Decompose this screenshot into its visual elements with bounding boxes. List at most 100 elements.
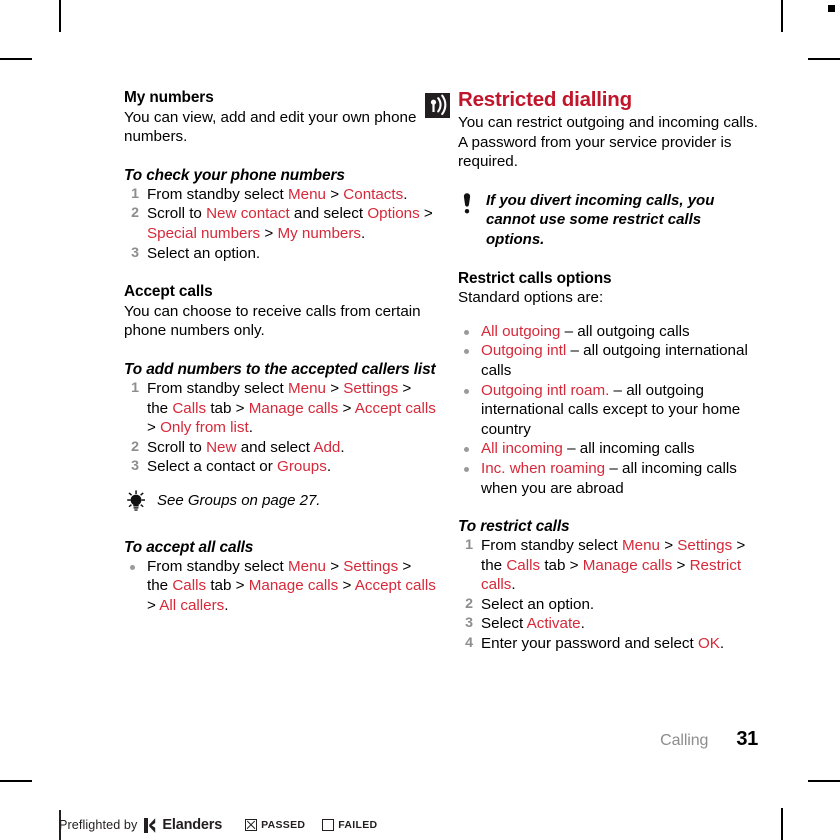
text-run: > [325,379,344,397]
text-run: . [719,635,725,653]
restrict-calls-procedure-title: To restrict calls [458,518,570,536]
text-run: > [260,224,278,242]
ui-term: New contact [206,205,290,223]
ui-term: Only from list [160,419,249,437]
accept-calls-heading: Accept calls [124,283,213,301]
list-item: Inc. when roaming – all incoming calls w… [458,459,758,498]
accept-calls-body: You can choose to receive calls from cer… [124,302,421,340]
text-run: > [147,419,161,437]
text-run: Enter your password and select [481,635,698,653]
text-run: . [224,596,229,614]
list-item: Select an option. [458,595,758,615]
text-run: tab > [540,556,583,574]
accept-calls-procedure-title: To add numbers to the accepted callers l… [124,360,436,378]
ui-term: Accept calls [354,399,436,417]
restrict-calls-options-heading: Restrict calls options [458,269,612,287]
text-run: > [672,556,690,574]
ui-term: Accept calls [354,577,436,595]
text-run: From standby select [147,379,288,397]
ui-term: OK [697,635,720,653]
list-item: From standby select Menu > Contacts. [124,185,436,205]
text-run: and select [236,438,314,456]
list-item: Select Activate. [458,614,758,634]
preflight-bar: Preflighted by Elanders PASSED FAILED [59,810,377,840]
list-item: All incoming – all incoming calls [458,439,758,459]
text-run: > [325,185,344,203]
preflight-passed-state: PASSED [245,819,305,831]
note-callout: If you divert incoming calls, you cannot… [458,191,758,250]
list-item: Scroll to New and select Add. [124,438,436,458]
ui-term: Special numbers [147,224,261,242]
note-text: If you divert incoming calls, you cannot… [486,191,715,248]
ui-term: Outgoing intl roam. [481,381,610,399]
ui-term: Manage calls [582,556,673,574]
list-item: All outgoing – all outgoing calls [458,322,758,342]
restrict-calls-options-intro: Standard options are: [458,289,604,307]
ui-term: Options [367,205,420,223]
text-run: – all outgoing calls [560,322,690,340]
list-item: From standby select Menu > Settings > th… [458,536,758,595]
text-run: From standby select [147,185,288,203]
text-run: > [338,577,355,595]
failed-label: FAILED [338,819,378,831]
text-run: Select an option. [147,244,261,262]
ui-term: Groups [277,458,327,476]
my-numbers-heading: My numbers [124,89,214,106]
page-footer: Calling 31 [660,728,758,751]
ui-term: Outgoing intl [481,342,567,360]
elanders-logo-icon [144,817,157,833]
tip-callout: See Groups on page 27. [124,489,436,513]
ui-term: Menu [621,537,660,555]
text-run: > [659,537,678,555]
text-run: tab > [206,577,249,595]
passed-checkbox-icon [245,819,258,831]
my-numbers-steps: From standby select Menu > Contacts. Scro… [124,185,436,263]
text-run: Select a contact or [147,458,278,476]
preflight-failed-state: FAILED [322,819,377,831]
left-column: My numbers You can view, add and edit yo… [124,88,436,615]
text-run: > [338,399,355,417]
restrict-calls-options-bullets: All outgoing – all outgoing calls Outgoin… [458,322,758,498]
text-run: > [419,205,433,223]
footer-page-number: 31 [736,728,758,750]
text-run: – all incoming calls [562,440,695,458]
lightbulb-icon [124,489,148,513]
tip-text: See Groups on page 27. [157,491,321,509]
restricted-dialling-body: You can restrict outgoing and incoming c… [458,114,758,171]
text-run: > [325,557,344,575]
restrict-calls-steps: From standby select Menu > Settings > th… [458,536,758,654]
list-item: From standby select Menu > Settings > th… [124,557,436,616]
accept-all-calls-bullets: From standby select Menu > Settings > th… [124,557,436,616]
list-item: Outgoing intl – all outgoing internation… [458,341,758,380]
my-numbers-procedure-title: To check your phone numbers [124,166,345,184]
exclamation-icon [460,192,474,214]
ui-term: Inc. when roaming [481,459,606,477]
text-run: . [511,576,516,594]
ui-term: Contacts [343,185,404,203]
text-run: . [326,458,332,476]
text-run: Select an option. [481,595,595,613]
preflight-prefix: Preflighted by [59,818,138,832]
text-run: From standby select [147,557,288,575]
text-run: Select [481,615,527,633]
list-item: Select an option. [124,244,436,264]
list-item: Scroll to New contact and select Options… [124,204,436,243]
text-run: . [580,615,585,633]
elanders-brand-name: Elanders [162,817,223,833]
ui-term: New [206,438,237,456]
ui-term: Menu [287,185,326,203]
ui-term: Manage calls [248,399,339,417]
accept-calls-steps: From standby select Menu > Settings > th… [124,379,436,477]
ui-term: Calls [506,556,541,574]
ui-term: Add [313,438,341,456]
right-column: Restricted dialling You can restrict out… [425,88,758,654]
